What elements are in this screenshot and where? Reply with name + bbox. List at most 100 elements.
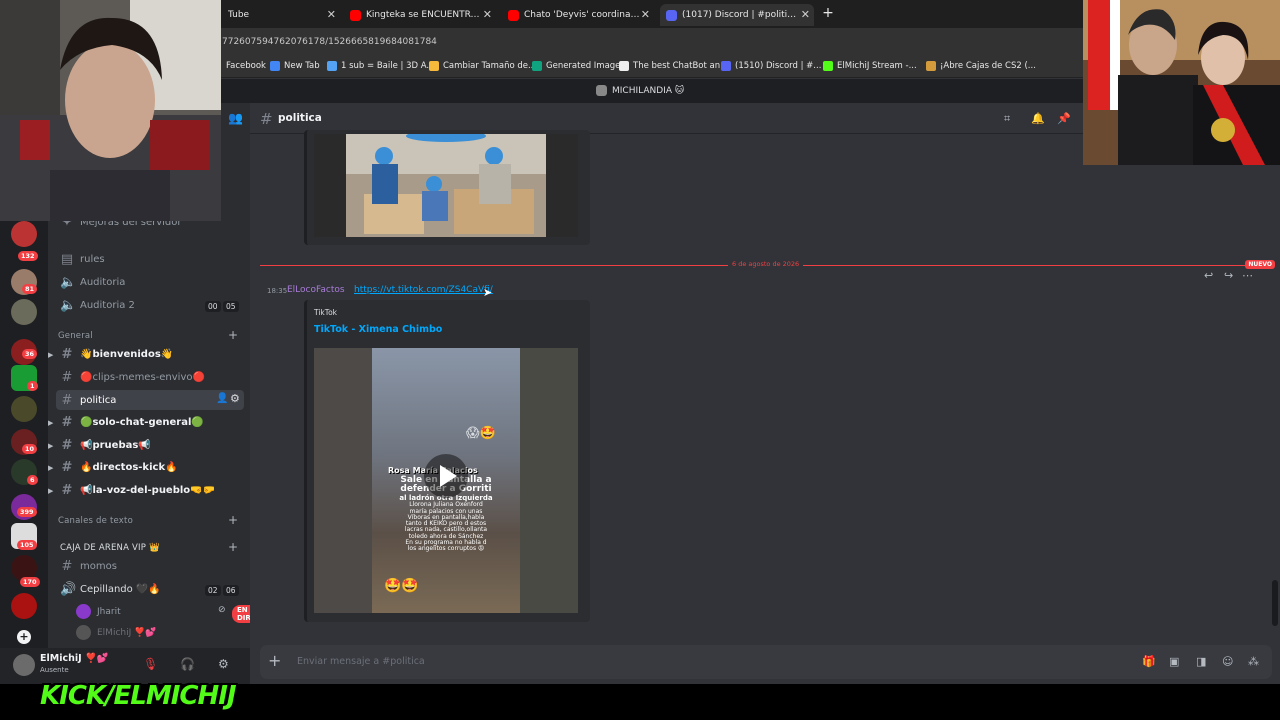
bookmark[interactable]: Generated Image <box>532 61 620 71</box>
gift-icon[interactable]: 🎁 <box>1142 655 1156 668</box>
play-button[interactable] <box>424 454 468 498</box>
bookmark-icon <box>823 61 833 71</box>
news-photo-overlay <box>1083 0 1280 165</box>
embed-title[interactable]: TikTok - Ximena Chimbo <box>314 324 442 335</box>
user-limit: 05 <box>223 301 239 312</box>
pin-icon[interactable]: 📌 <box>1057 112 1071 125</box>
youtube-icon <box>350 9 361 21</box>
threads-icon[interactable]: 👥 <box>228 111 243 125</box>
forward-icon[interactable]: ↪ <box>1224 269 1233 282</box>
message-author[interactable]: ElLocoFactos <box>287 285 345 295</box>
embed-image[interactable] <box>314 134 578 237</box>
message-link[interactable]: https://vt.tiktok.com/ZS4CaVfi/ <box>354 285 493 295</box>
bookmark[interactable]: (1510) Discord | #... <box>721 61 821 71</box>
screen: Tube ✕ Kingteka se ENCUENTRA con su... ✕… <box>0 0 1280 720</box>
channel-momos[interactable]: # momos <box>56 556 244 576</box>
server-icon[interactable] <box>11 593 37 619</box>
mention-badge: 399 <box>17 507 37 517</box>
category-canales-de-texto[interactable]: Canales de texto <box>58 516 133 526</box>
channel-la-voz-del-pueblo[interactable]: # 📢la-voz-del-pueblo🤜🤛 <box>56 480 244 500</box>
close-icon[interactable]: ✕ <box>327 8 336 21</box>
channel-politica[interactable]: # politica 👤 ⚙ <box>56 390 244 410</box>
bookmark[interactable]: New Tab <box>270 61 320 71</box>
close-icon[interactable]: ✕ <box>641 8 650 21</box>
hash-icon: # <box>260 110 273 128</box>
new-badge: NUEVO <box>1245 260 1275 269</box>
headphones-icon[interactable]: 🎧 <box>180 657 195 671</box>
bookmark[interactable]: ElMichiJ Stream -... <box>823 61 917 71</box>
new-tab-button[interactable]: + <box>820 5 836 21</box>
voice-user[interactable]: Jharit <box>76 604 121 619</box>
category-caja-de-arena-vip[interactable]: CAJA DE ARENA VIP 👑 <box>60 543 160 553</box>
more-icon[interactable]: ⋯ <box>1242 269 1253 282</box>
voice-user[interactable]: ElMichiJ ❣️💕 <box>76 625 157 640</box>
url-text: 772607594762076178/1526665819684081784 <box>222 37 437 47</box>
browser-tab[interactable]: Kingteka se ENCUENTRA con su... ✕ <box>344 4 496 26</box>
server-icon[interactable] <box>11 396 37 422</box>
scrollbar-thumb[interactable] <box>1272 580 1278 626</box>
new-messages-divider: 6 de agosto de 2026 NUEVO <box>260 260 1275 269</box>
channel-rules[interactable]: ▤ rules <box>56 249 244 269</box>
chevron-right-icon[interactable]: ▶ <box>48 442 53 450</box>
speaker-icon: 🔊 <box>60 581 77 597</box>
gear-icon[interactable]: ⚙ <box>218 657 229 671</box>
attach-button[interactable]: + <box>268 651 281 670</box>
browser-tab-active[interactable]: (1017) Discord | #politica | MIC... ✕ <box>660 4 814 26</box>
voice-channel-auditoria[interactable]: 🔈 Auditoria <box>56 272 244 292</box>
hash-icon: # <box>61 392 73 408</box>
hash-icon: # <box>61 558 73 574</box>
add-channel-button[interactable]: + <box>228 328 238 342</box>
username[interactable]: ElMichiJ ❣️💕 <box>40 653 109 664</box>
mention-badge: 105 <box>17 540 37 550</box>
reply-icon[interactable]: ↩ <box>1204 269 1213 282</box>
channel-clips-memes-envivo[interactable]: # 🔴clips-memes-envivo🔴 <box>56 367 244 387</box>
browser-tab[interactable]: Tube ✕ <box>222 4 340 26</box>
user-count: 00 <box>205 301 221 312</box>
mute-icon[interactable]: 🎙 <box>143 657 158 671</box>
emoji-icon[interactable]: ☺ <box>1222 655 1233 668</box>
bookmark[interactable]: Cambiar Tamaño de... <box>429 61 536 71</box>
channel-solo-chat-general[interactable]: # 🟢solo-chat-general🟢 <box>56 412 244 432</box>
chevron-right-icon[interactable]: ▶ <box>48 464 53 472</box>
bookmark[interactable]: Facebook <box>226 61 266 71</box>
sticker-icon[interactable]: ◨ <box>1196 655 1206 668</box>
chevron-right-icon[interactable]: ▶ <box>48 351 53 359</box>
add-channel-button[interactable]: + <box>228 513 238 527</box>
stream-brand: KICK/ELMICHIJ <box>40 681 237 711</box>
bookmark[interactable]: ¡Abre Cajas de CS2 (... <box>926 61 1036 71</box>
category-general[interactable]: General <box>58 331 93 341</box>
channel-pruebas[interactable]: # 📢pruebas📢 <box>56 435 244 455</box>
bell-icon[interactable]: 🔔 <box>1031 112 1045 125</box>
invite-icon[interactable]: 👤 <box>216 393 228 404</box>
mention-badge: 36 <box>22 349 38 359</box>
emoji-reaction: 😱🤩 <box>466 426 496 441</box>
embed-video[interactable]: Rosa María Palacios 😱🤩 Sale en pantalla … <box>314 348 578 613</box>
gif-icon[interactable]: ▣ <box>1169 655 1179 668</box>
close-icon[interactable]: ✕ <box>483 8 492 21</box>
server-icon[interactable] <box>11 221 37 247</box>
avatar[interactable] <box>13 654 35 676</box>
threads-icon[interactable]: ⌗ <box>1004 112 1010 126</box>
add-channel-button[interactable]: + <box>228 540 238 554</box>
gear-icon[interactable]: ⚙ <box>230 392 240 405</box>
chevron-right-icon[interactable]: ▶ <box>48 487 53 495</box>
chevron-right-icon[interactable]: ▶ <box>48 419 53 427</box>
mention-badge: 132 <box>18 251 38 261</box>
play-icon <box>440 465 457 487</box>
browser-tab[interactable]: Chato 'Deyvis' coordinaba desd... ✕ <box>502 4 654 26</box>
close-icon[interactable]: ✕ <box>801 8 810 21</box>
server-icon[interactable] <box>11 299 37 325</box>
add-server-icon[interactable]: + <box>17 630 31 644</box>
mention-badge: 1 <box>27 381 38 391</box>
channel-directos-kick[interactable]: # 🔥directos-kick🔥 <box>56 457 244 477</box>
discord-icon <box>666 9 677 21</box>
bookmark[interactable]: 1 sub = Baile | 3D A... <box>327 61 435 71</box>
channel-bienvenidos[interactable]: # 👋bienvenidos👋 <box>56 344 244 364</box>
bookmark[interactable]: The best ChatBot an... <box>619 61 728 71</box>
message-timestamp: 18:35 <box>267 287 288 295</box>
hash-icon: # <box>61 369 73 385</box>
apps-icon[interactable]: ⁂ <box>1248 655 1259 668</box>
message-input[interactable]: + Enviar mensaje a #politica 🎁 ▣ ◨ ☺ ⁂ <box>260 645 1272 679</box>
user-panel: ElMichiJ ❣️💕 Ausente 🎙 🎧 ⚙ <box>0 648 250 684</box>
hash-icon: # <box>61 459 73 475</box>
